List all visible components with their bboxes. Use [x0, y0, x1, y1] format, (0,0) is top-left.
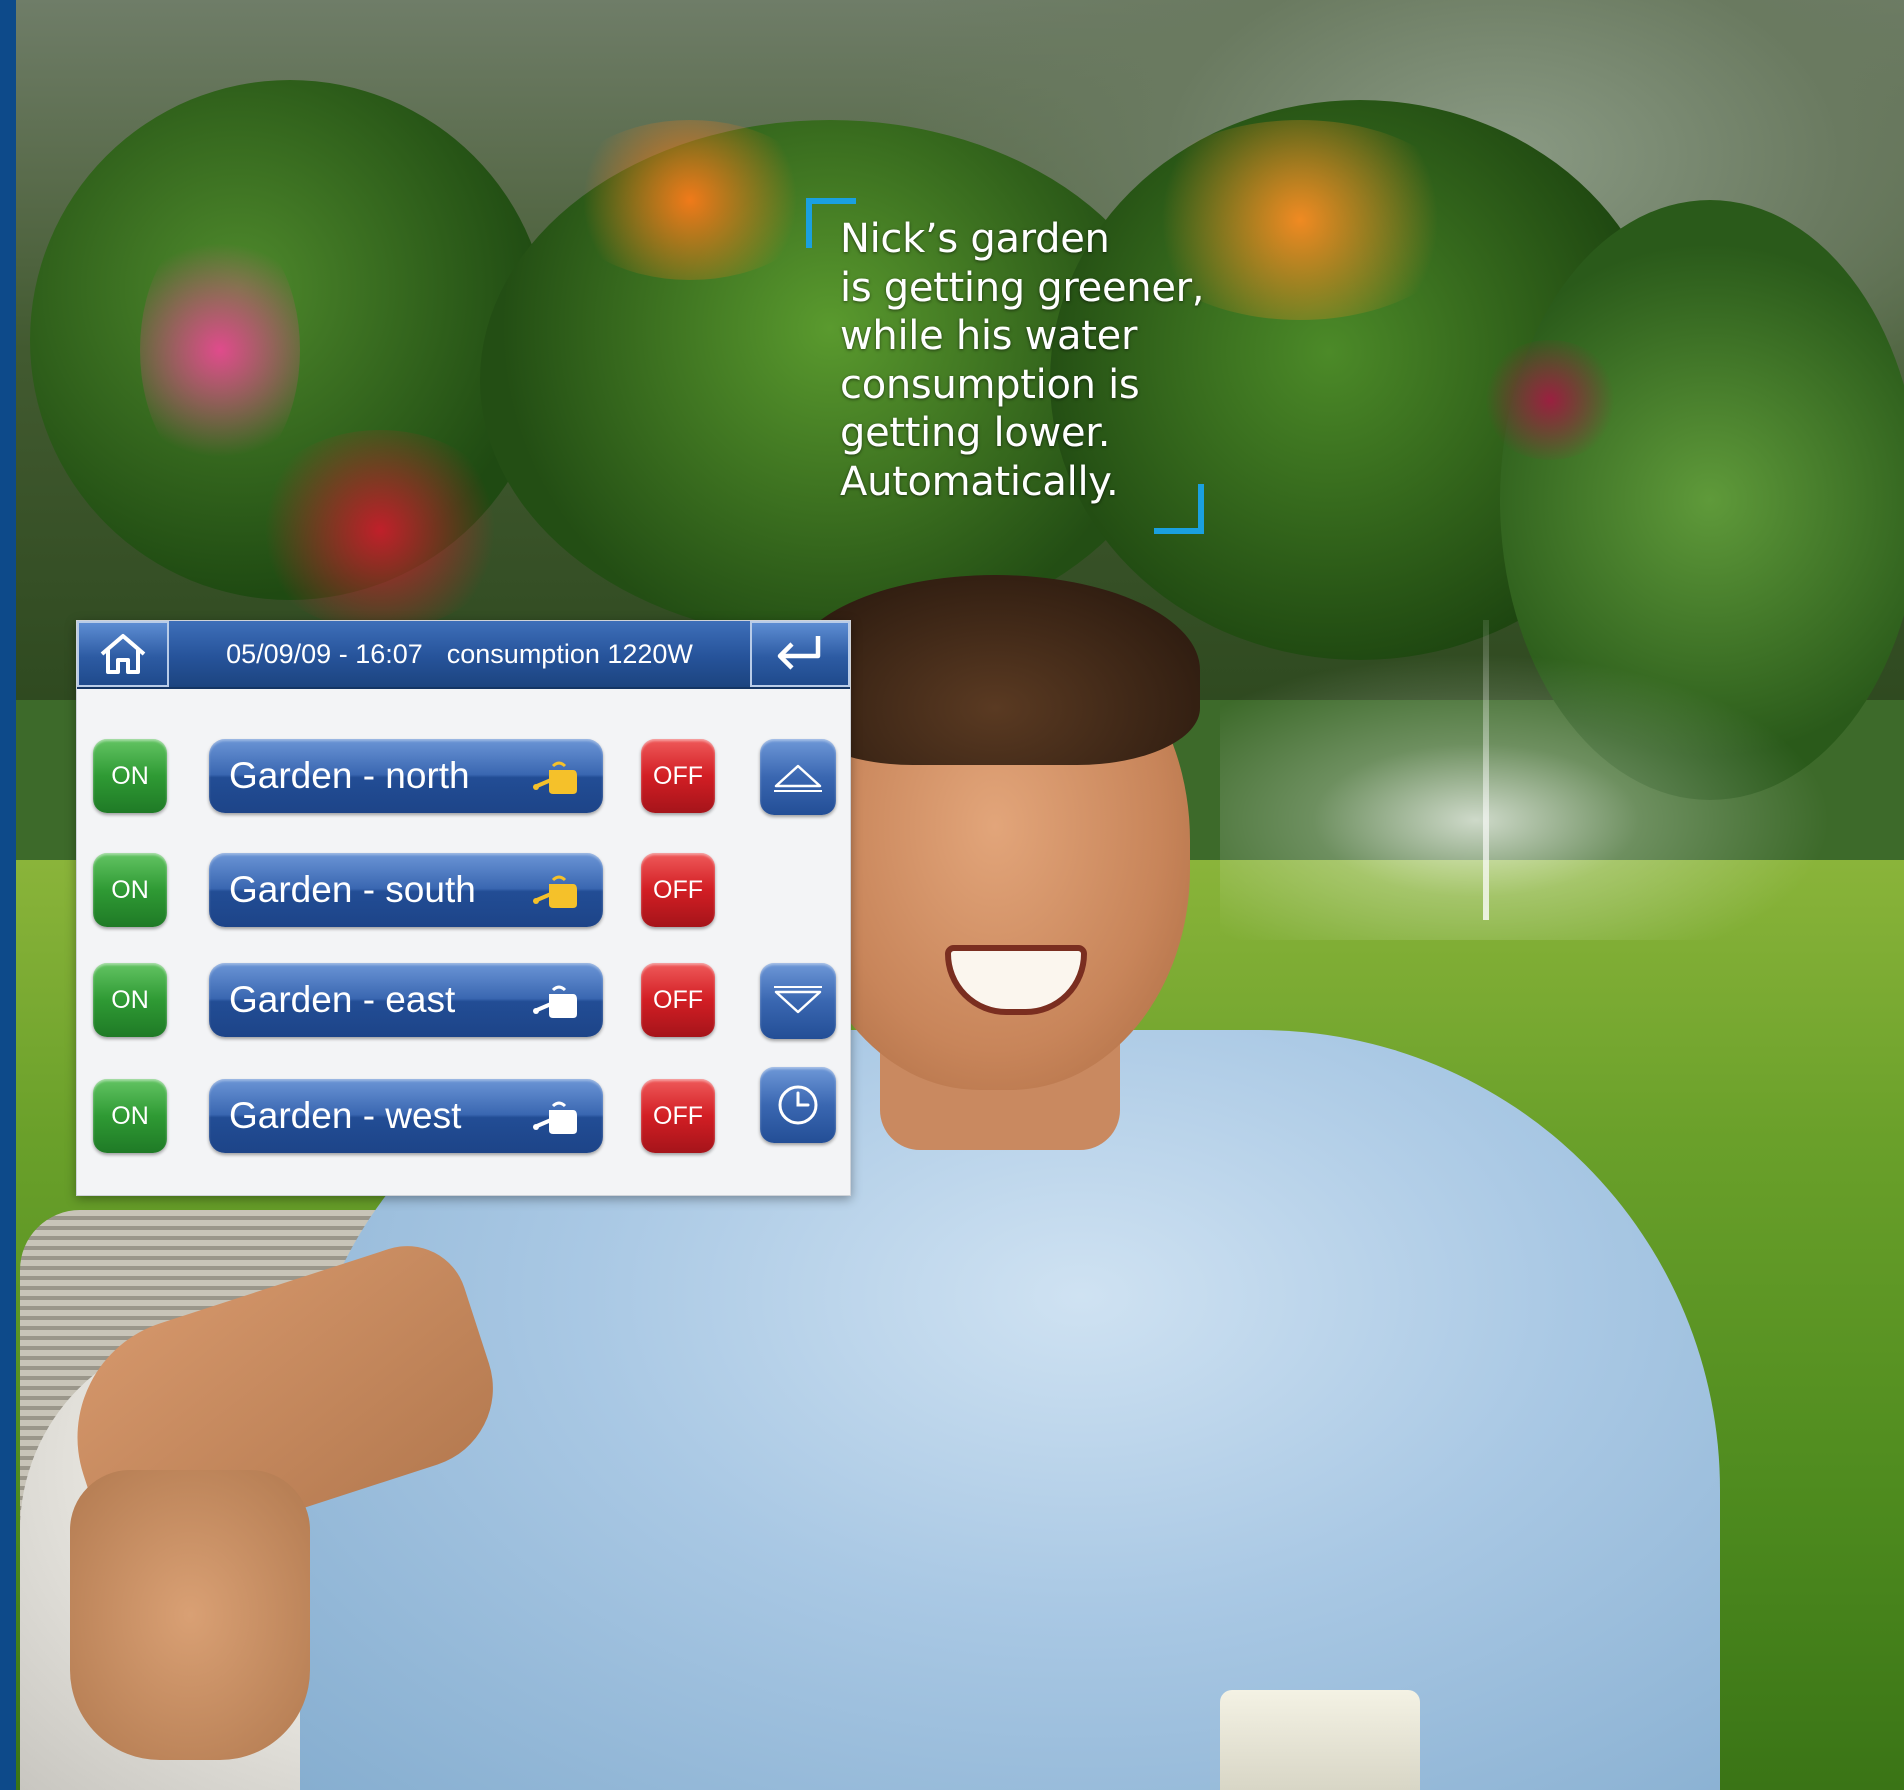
- headline-bracket-bottom-right: [1154, 484, 1204, 534]
- zone-row: ON Garden - west OFF: [77, 1067, 850, 1159]
- scroll-up-button[interactable]: [760, 739, 836, 815]
- zone-label: Garden - east: [229, 979, 456, 1020]
- zone-button-garden-north[interactable]: Garden - north: [209, 739, 603, 813]
- zone-button-garden-south[interactable]: Garden - south: [209, 853, 603, 927]
- irrigation-control-panel: 05/09/09 - 16:07 consumption 1220W ON Ga…: [76, 620, 851, 1196]
- zone-label: Garden - north: [229, 755, 470, 796]
- on-button[interactable]: ON: [93, 853, 167, 927]
- zone-label: Garden - south: [229, 869, 476, 910]
- watering-can-icon: [533, 985, 577, 1018]
- watering-can-icon: [533, 761, 577, 794]
- headline: Nick’s garden is getting greener, while …: [840, 215, 1260, 506]
- zone-button-garden-west[interactable]: Garden - west: [209, 1079, 603, 1153]
- off-button[interactable]: OFF: [641, 739, 715, 813]
- back-button[interactable]: [750, 621, 850, 687]
- headline-line: is getting greener,: [840, 264, 1205, 311]
- coffee-cup: [1220, 1690, 1420, 1790]
- red-flowers: [250, 430, 510, 630]
- return-arrow-icon: [777, 636, 821, 670]
- zone-row: ON Garden - south OFF: [77, 853, 850, 933]
- on-button[interactable]: ON: [93, 963, 167, 1037]
- watering-can-icon: [533, 1101, 577, 1134]
- man-hand: [70, 1470, 310, 1760]
- home-icon: [100, 634, 146, 674]
- headline-line: while his water: [840, 313, 1138, 359]
- panel-top-bar: 05/09/09 - 16:07 consumption 1220W: [77, 621, 850, 689]
- scroll-down-button[interactable]: [760, 963, 836, 1039]
- man-hair: [790, 575, 1200, 765]
- scroll-up-icon: [774, 764, 822, 792]
- orange-flowers: [560, 120, 820, 280]
- home-button[interactable]: [77, 621, 169, 687]
- zone-button-garden-east[interactable]: Garden - east: [209, 963, 603, 1037]
- left-edge-strip: [0, 0, 16, 1790]
- off-button[interactable]: OFF: [641, 963, 715, 1037]
- sprinkler-spray: [1220, 640, 1860, 940]
- pink-flowers: [140, 220, 300, 480]
- on-button[interactable]: ON: [93, 739, 167, 813]
- power-consumption: consumption 1220W: [446, 638, 693, 669]
- zone-row: ON Garden - east OFF: [77, 963, 850, 1043]
- scroll-down-icon: [774, 986, 822, 1014]
- status-text: 05/09/09 - 16:07 consumption 1220W: [169, 621, 750, 687]
- headline-line: Nick’s garden: [840, 216, 1110, 262]
- watering-can-icon: [533, 875, 577, 908]
- zone-label: Garden - west: [229, 1095, 462, 1136]
- off-button[interactable]: OFF: [641, 1079, 715, 1153]
- red-flowers: [1480, 340, 1620, 460]
- on-button[interactable]: ON: [93, 1079, 167, 1153]
- headline-line: getting lower.: [840, 410, 1111, 456]
- headline-line: consumption is: [840, 361, 1140, 408]
- off-button[interactable]: OFF: [641, 853, 715, 927]
- zone-row: ON Garden - north OFF: [77, 739, 850, 819]
- date-time: 05/09/09 - 16:07: [226, 638, 423, 669]
- clock-icon: [778, 1085, 818, 1125]
- timer-button[interactable]: [760, 1067, 836, 1143]
